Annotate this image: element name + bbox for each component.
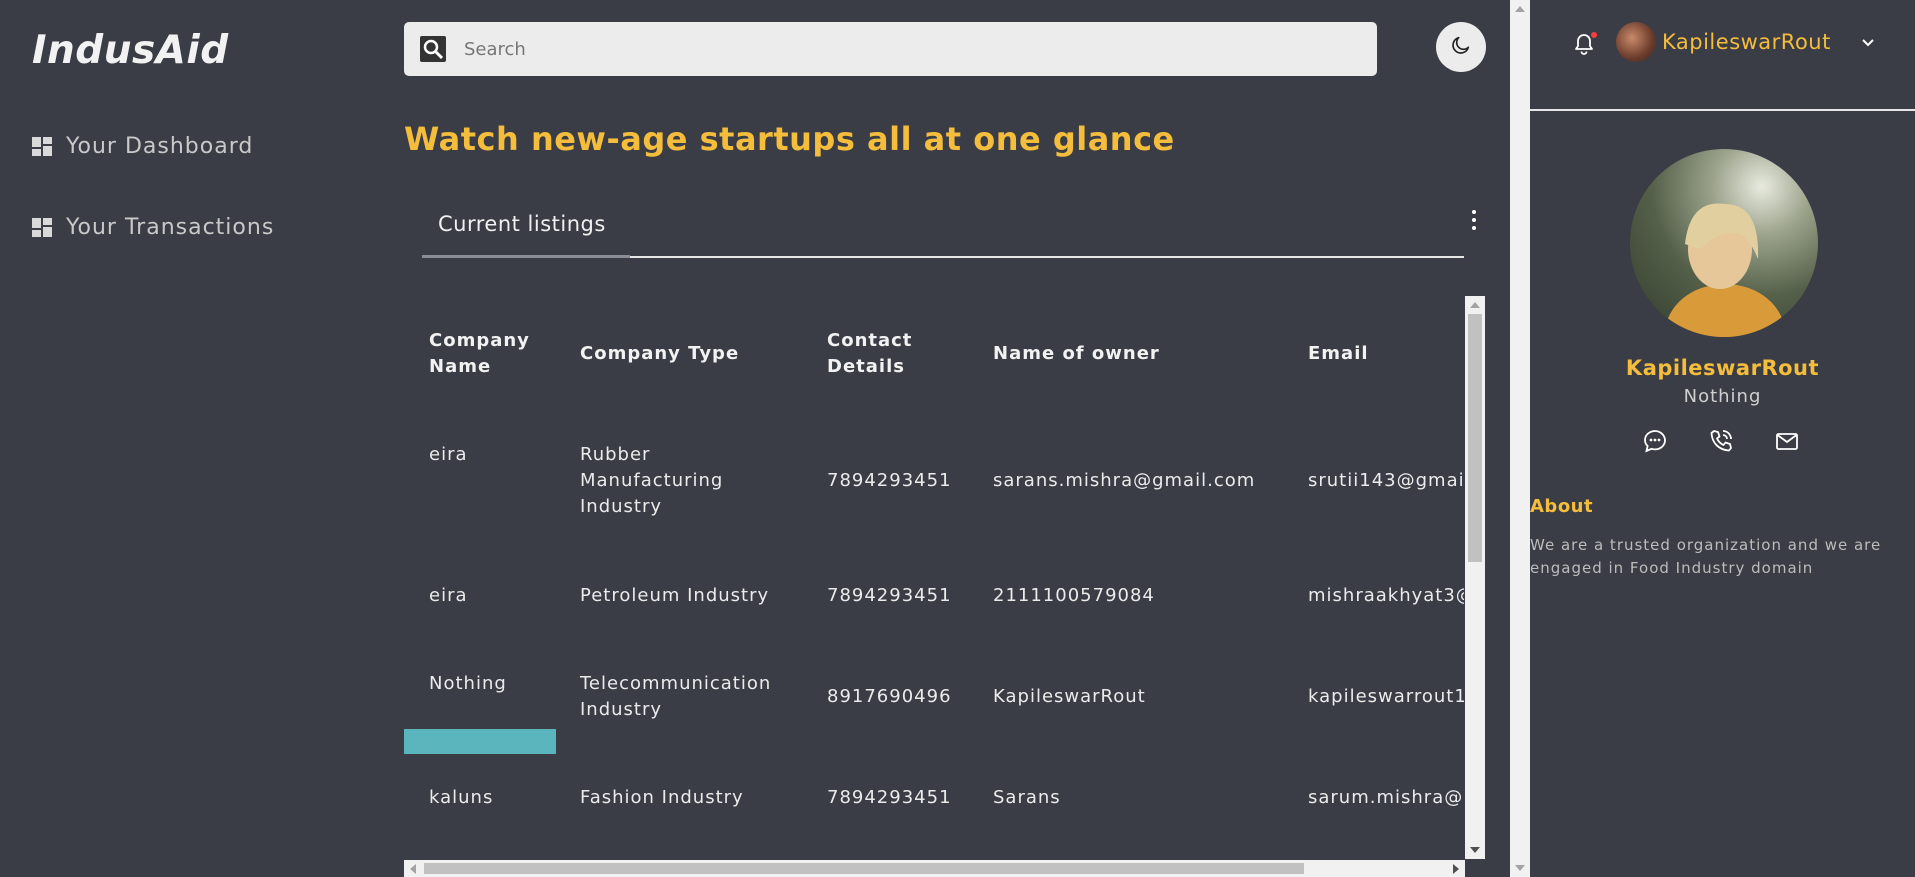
page-headline: Watch new-age startups all at one glance [404,120,1175,158]
dashboard-icon [32,136,52,157]
cell-contact: 7894293451 [827,787,952,808]
scroll-down-arrow-icon[interactable] [1515,865,1525,871]
column-header-owner[interactable]: Name of owner [993,341,1160,367]
table-vertical-scrollbar[interactable] [1465,296,1485,859]
search-bar [404,22,1377,76]
more-options-icon[interactable] [1470,210,1478,230]
cell-owner: sarans.mishra@gmail.com [993,470,1256,491]
cell-contact: 7894293451 [827,585,952,606]
mail-icon[interactable] [1774,428,1800,454]
cell-contact: 7894293451 [827,470,952,491]
sidebar-item-label: Your Transactions [66,215,275,240]
user-name: KapileswarRout [1662,30,1831,54]
cell-company-type: Rubber Manufacturing Industry [580,444,724,517]
phone-call-icon[interactable] [1708,428,1734,454]
scrollbar-thumb[interactable] [1468,314,1482,562]
cell-company-name: kaluns [429,787,494,808]
theme-toggle-button[interactable] [1436,22,1486,72]
column-header-email[interactable]: Email [1308,341,1369,367]
search-input[interactable] [464,38,1344,60]
cell-company-type: Petroleum Industry [580,585,770,606]
notification-dot [1591,32,1597,38]
cell-email: kapileswarrout1 [1308,686,1464,707]
cell-contact: 8917690496 [827,686,952,707]
profile-subtitle: Nothing [1683,386,1762,407]
cell-email: sarum.mishra@ [1308,787,1464,808]
cell-email: mishraakhyat3@ [1308,585,1464,606]
column-header-company-type[interactable]: Company Type [580,341,739,367]
scroll-up-arrow-icon[interactable] [1470,302,1480,308]
user-menu[interactable]: KapileswarRout [1616,22,1875,62]
scrollbar-thumb[interactable] [424,863,1304,874]
about-text: We are a trusted organization and we are… [1530,536,1882,577]
dashboard-icon [32,217,52,238]
cell-company-name: eira [429,444,468,465]
cell-company-name: Nothing [429,673,507,694]
cell-owner: Sarans [993,787,1061,808]
scroll-up-arrow-icon[interactable] [1515,6,1525,12]
cell-company-type: Telecommunication Industry [580,673,772,720]
scroll-left-arrow-icon[interactable] [410,864,416,874]
avatar [1616,22,1656,62]
page-scrollbar[interactable] [1510,0,1530,877]
tab-bar: Current listings [422,200,1464,258]
column-header-contact-details[interactable]: Contact Details [827,328,927,380]
profile-name: KapileswarRout [1625,356,1820,380]
tab-current-listings[interactable]: Current listings [422,200,630,258]
sidebar-item-dashboard[interactable]: Your Dashboard [32,134,253,159]
contact-actions [1642,428,1800,454]
column-header-company-name[interactable]: Company Name [429,328,549,380]
cell-email: srutii143@gmail [1308,470,1464,491]
sidebar-item-transactions[interactable]: Your Transactions [32,215,274,240]
chat-icon[interactable] [1642,428,1668,454]
divider [1530,109,1915,111]
moon-icon [1450,34,1472,60]
sidebar-item-label: Your Dashboard [66,134,254,159]
table-horizontal-scrollbar[interactable] [404,860,1465,877]
scroll-down-arrow-icon[interactable] [1470,847,1480,853]
brand-logo: IndusAid [32,28,229,73]
scroll-right-arrow-icon[interactable] [1453,864,1459,874]
cell-company-name: eira [429,585,468,606]
notification-bell-icon[interactable] [1573,32,1597,60]
about-heading: About [1530,496,1594,517]
cell-owner: 2111100579084 [993,585,1155,606]
listings-table: Company Name Company Type Contact Detail… [404,296,1464,859]
cell-company-type: Fashion Industry [580,787,744,808]
profile-photo [1630,149,1818,337]
cell-owner: KapileswarRout [993,686,1146,707]
chevron-down-icon[interactable] [1861,33,1875,52]
row-highlight-bar [404,729,556,754]
profile-panel: KapileswarRout KapileswarRout Nothing Ab… [1530,0,1915,877]
search-icon[interactable] [420,36,446,62]
